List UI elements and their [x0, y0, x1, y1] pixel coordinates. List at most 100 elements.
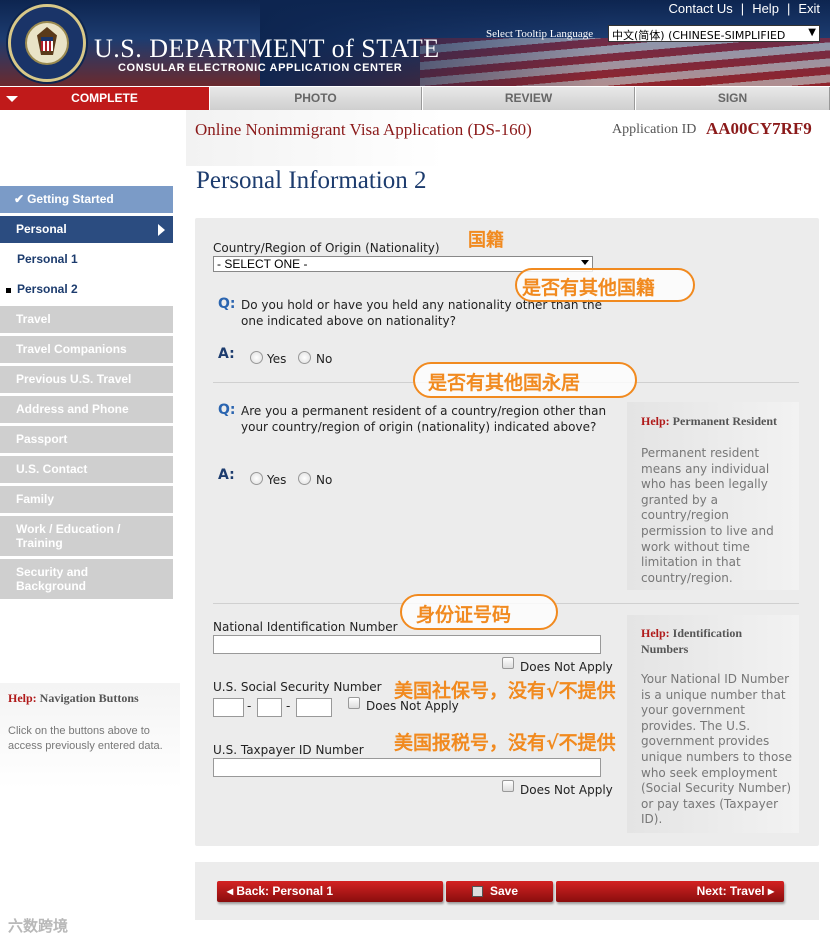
yes-label: Yes — [267, 473, 287, 487]
ssn-does-not-apply-checkbox[interactable] — [348, 697, 360, 709]
chevron-down-icon — [6, 96, 18, 102]
sidebar-item-security-background: Security and Background — [0, 559, 173, 599]
top-links: Contact Us | Help | Exit — [668, 1, 820, 16]
shield-icon — [41, 37, 53, 51]
tab-review[interactable]: REVIEW — [422, 87, 635, 110]
annotation-id-number: 身份证号码 — [416, 604, 512, 626]
question-marker: Q: — [218, 402, 236, 418]
nationality-selected-value: - SELECT ONE - — [217, 257, 308, 271]
tooltip-language-select[interactable]: 中文(简体) (CHINESE-SIMPLIFIED ▼ — [608, 25, 820, 42]
save-button-label: Save — [490, 884, 519, 898]
next-button-label: Next: Travel — [696, 884, 765, 898]
other-nationality-no-radio[interactable] — [298, 351, 311, 364]
sidebar-nav: ✔ Getting Started Personal Personal 1 Per… — [0, 186, 173, 602]
permanent-resident-help-text: Permanent resident means any individual … — [641, 446, 774, 585]
chevron-down-icon: ▼ — [808, 27, 816, 38]
application-id-label: Application ID — [612, 122, 697, 137]
taxpayer-id-label: U.S. Taxpayer ID Number — [213, 743, 364, 757]
nationality-label: Country/Region of Origin (Nationality) — [213, 241, 440, 255]
taxpayer-does-not-apply-checkbox[interactable] — [502, 780, 514, 792]
application-id-value: AA00CY7RF9 — [706, 119, 812, 138]
question-marker: Q: — [218, 296, 236, 312]
sidebar-item-personal-2[interactable]: Personal 2 — [0, 276, 173, 303]
chevron-right-icon — [158, 224, 165, 236]
sidebar-item-label: Personal 1 — [17, 252, 78, 266]
sidebar-item-label: U.S. Contact — [16, 462, 88, 476]
permanent-resident-no-radio[interactable] — [298, 472, 311, 485]
page-title: Personal Information 2 — [196, 167, 427, 194]
sidebar-item-work-education: Work / Education / Training — [0, 516, 173, 556]
department-subtitle: CONSULAR ELECTRONIC APPLICATION CENTER — [118, 62, 403, 74]
national-id-input[interactable] — [213, 635, 601, 654]
navigation-help-box: Help: Navigation Buttons Click on the bu… — [0, 683, 180, 789]
sidebar-item-label: Travel Companions — [16, 342, 127, 356]
other-nationality-yes-radio[interactable] — [250, 351, 263, 364]
exit-link[interactable]: Exit — [798, 1, 820, 16]
help-link[interactable]: Help — [752, 1, 779, 16]
sidebar-item-label: Family — [16, 492, 55, 506]
tab-sign-label: SIGN — [717, 91, 748, 105]
answer-marker: A: — [218, 346, 235, 362]
answer-marker: A: — [218, 467, 235, 483]
no-label: No — [316, 473, 333, 487]
tooltip-language-label: Select Tooltip Language — [486, 28, 594, 40]
tab-sign[interactable]: SIGN — [635, 87, 830, 110]
permanent-resident-question: Are you a permanent resident of a countr… — [241, 404, 607, 434]
bullet-icon — [6, 288, 11, 293]
sidebar-item-label: Passport — [16, 432, 68, 446]
national-id-does-not-apply-checkbox[interactable] — [502, 657, 514, 669]
ssn-label: U.S. Social Security Number — [213, 680, 382, 694]
help-title-text: Permanent Resident — [672, 414, 777, 428]
help-title-text: Navigation Buttons — [39, 691, 139, 705]
sidebar-item-travel-companions: Travel Companions — [0, 336, 173, 363]
sidebar-item-passport: Passport — [0, 426, 173, 453]
chevron-down-icon — [581, 260, 589, 265]
department-title: U.S. DEPARTMENT of STATE — [94, 34, 440, 63]
sidebar-item-label: Travel — [16, 312, 51, 326]
annotation-other-residence: 是否有其他国永居 — [428, 372, 581, 394]
step-tabs: COMPLETE PHOTO REVIEW SIGN — [0, 87, 830, 110]
site-header: U.S. DEPARTMENT of STATE CONSULAR ELECTR… — [0, 0, 830, 86]
sidebar-item-travel: Travel — [0, 306, 173, 333]
tab-complete-label: COMPLETE — [71, 91, 138, 105]
annotation-other-nationality: 是否有其他国籍 — [522, 277, 656, 299]
watermark: 六数跨境 — [8, 917, 69, 935]
sidebar-item-label: Personal 2 — [17, 282, 78, 296]
annotation-ssn-note: 美国社保号，没有√不提供 — [394, 680, 616, 702]
chevron-right-icon: ▸ — [764, 884, 774, 898]
identification-help-text: Your National ID Number is a unique numb… — [641, 672, 793, 827]
permanent-resident-yes-radio[interactable] — [250, 472, 263, 485]
no-label: No — [316, 352, 333, 366]
national-id-label: National Identification Number — [213, 620, 398, 634]
help-prefix: Help: — [8, 691, 37, 705]
navigation-help-title: Help: Navigation Buttons — [8, 691, 139, 706]
tab-complete[interactable]: COMPLETE — [0, 87, 209, 110]
save-button[interactable]: Save — [446, 881, 553, 902]
sidebar-item-personal-1[interactable]: Personal 1 — [0, 246, 173, 273]
annotation-nationality: 国籍 — [468, 230, 504, 251]
taxpayer-id-input[interactable] — [213, 758, 601, 777]
sidebar-item-label: Address and Phone — [16, 402, 129, 416]
sidebar-item-getting-started[interactable]: ✔ Getting Started — [0, 186, 173, 213]
ssn-part-2-input[interactable] — [257, 698, 282, 717]
back-button[interactable]: ◂ Back: Personal 1 — [217, 881, 443, 902]
sidebar-item-label: Security and Background — [16, 565, 89, 593]
department-seal-logo — [8, 4, 86, 82]
sidebar-item-label: Work / Education / Training — [16, 522, 121, 550]
save-icon — [472, 886, 483, 897]
sidebar-item-label: Previous U.S. Travel — [16, 372, 132, 386]
sidebar-item-us-contact: U.S. Contact — [0, 456, 173, 483]
next-button[interactable]: Next: Travel ▸ — [556, 881, 784, 902]
ssn-part-3-input[interactable] — [296, 698, 332, 717]
sidebar-item-label: Getting Started — [27, 192, 114, 206]
contact-us-link[interactable]: Contact Us — [668, 1, 732, 16]
tab-photo[interactable]: PHOTO — [209, 87, 422, 110]
sidebar-item-label: Personal — [16, 222, 67, 236]
sidebar-item-personal[interactable]: Personal — [0, 216, 173, 243]
tab-photo-label: PHOTO — [294, 91, 337, 105]
ssn-part-1-input[interactable] — [213, 698, 244, 717]
check-icon: ✔ — [14, 192, 25, 206]
permanent-resident-help-title: Help: Permanent Resident — [641, 414, 777, 429]
language-selected-value: 中文(简体) (CHINESE-SIMPLIFIED — [612, 29, 786, 42]
sidebar-item-address-phone: Address and Phone — [0, 396, 173, 423]
